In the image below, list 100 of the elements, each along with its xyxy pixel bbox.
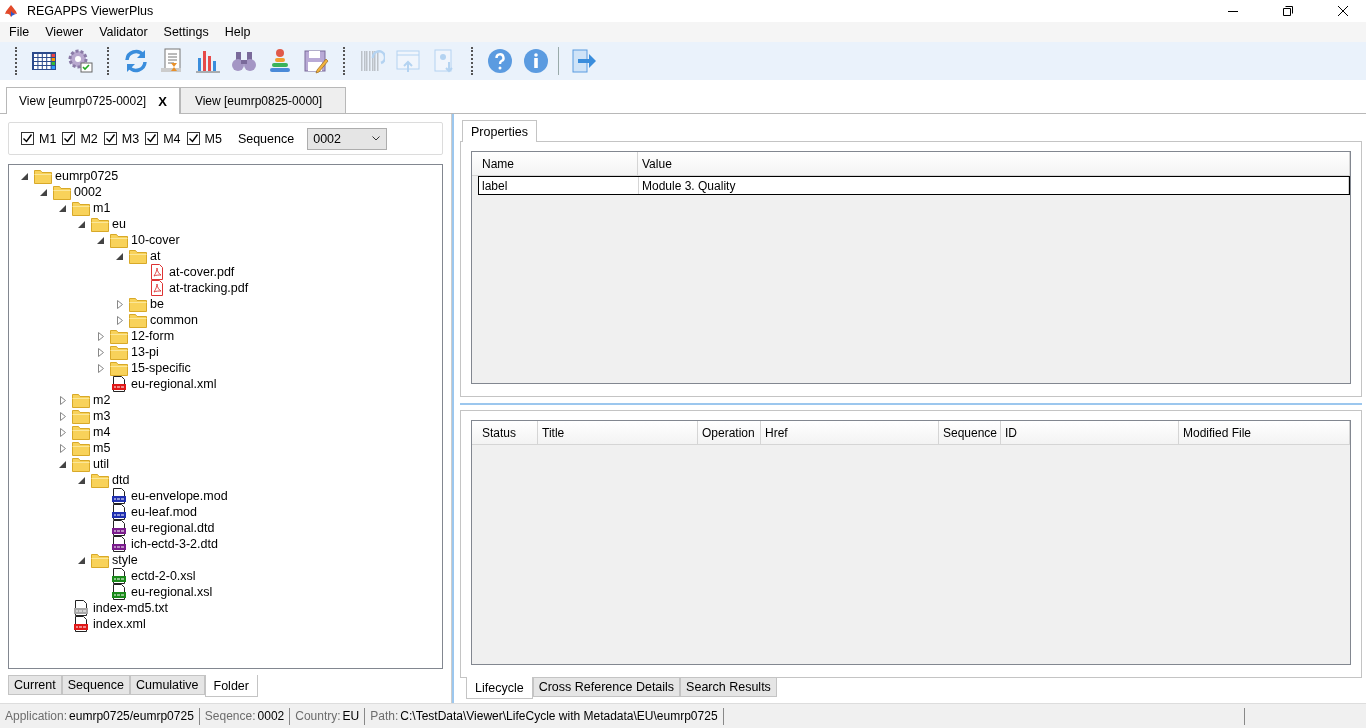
window-title: REGAPPS ViewerPlus	[27, 4, 155, 18]
collapsed-arrow-icon[interactable]	[59, 427, 66, 437]
tree-item[interactable]: eu-regional.dtd	[131, 521, 215, 535]
checkbox[interactable]	[103, 132, 117, 145]
properties-tab[interactable]: Properties	[462, 120, 537, 142]
tree-item[interactable]: eu-regional.xml	[131, 377, 217, 391]
menu-item[interactable]: Settings	[155, 25, 217, 39]
menu-item[interactable]: Help	[216, 25, 259, 39]
collapsed-arrow-icon[interactable]	[59, 411, 66, 421]
checkbox[interactable]	[21, 132, 34, 145]
tree-item[interactable]: eumrp0725	[55, 169, 119, 183]
column-header[interactable]: Title	[538, 421, 698, 444]
detail-tab[interactable]: Lifecycle	[466, 677, 533, 699]
tree-item[interactable]: eu	[112, 217, 126, 231]
detail-tab[interactable]: Search Results	[680, 677, 777, 697]
column-header[interactable]: Href	[761, 421, 939, 444]
tree-item[interactable]: m1	[93, 201, 111, 215]
document-tab[interactable]: View [eumrp0725-0002] X	[6, 87, 180, 114]
expanded-arrow-icon[interactable]	[78, 476, 85, 484]
tree-item[interactable]: eu-regional.xsl	[131, 585, 213, 599]
expanded-arrow-icon[interactable]	[59, 204, 66, 212]
tree-item[interactable]: index.xml	[93, 617, 146, 631]
table-cell: Module 3. Quality	[639, 177, 1349, 194]
expanded-arrow-icon[interactable]	[40, 188, 47, 196]
folder-icon	[129, 296, 147, 312]
xsl-file-icon	[110, 584, 128, 600]
expanded-arrow-icon[interactable]	[78, 556, 85, 564]
tree-item[interactable]: eu-leaf.mod	[131, 505, 197, 519]
tree-item[interactable]: style	[112, 553, 138, 567]
tree-item[interactable]: eu-envelope.mod	[131, 489, 228, 503]
checkmark-icon	[104, 133, 116, 144]
column-header[interactable]: Status	[478, 421, 538, 444]
collapsed-arrow-icon[interactable]	[97, 331, 104, 341]
status-label: Path:	[370, 709, 399, 723]
bar-chart-icon	[195, 48, 221, 74]
checkbox[interactable]	[186, 132, 200, 145]
view-tab[interactable]: Cumulative	[130, 675, 205, 695]
view-tab[interactable]: Current	[8, 675, 62, 695]
folder-icon	[72, 392, 90, 408]
column-header[interactable]: Operation	[698, 421, 761, 444]
pdf-file-icon	[148, 280, 166, 296]
collapsed-arrow-icon[interactable]	[59, 395, 66, 405]
column-header[interactable]: Value	[638, 152, 1350, 175]
expanded-arrow-icon[interactable]	[59, 460, 66, 468]
detail-tab[interactable]: Cross Reference Details	[532, 677, 681, 697]
view-tab[interactable]: Sequence	[61, 675, 130, 695]
tree-item[interactable]: m2	[93, 393, 111, 407]
tree-item[interactable]: 0002	[74, 185, 102, 199]
tree-item[interactable]: at-tracking.pdf	[169, 281, 249, 295]
expanded-arrow-icon[interactable]	[97, 236, 104, 244]
status-label: Application:	[5, 709, 68, 723]
tree-item[interactable]: 15-specific	[131, 361, 191, 375]
tree-item[interactable]: index-md5.txt	[93, 601, 169, 615]
collapsed-arrow-icon[interactable]	[116, 299, 123, 309]
checkbox-label: M5	[204, 131, 222, 146]
tree-item[interactable]: m4	[93, 425, 111, 439]
minimize-icon	[1228, 10, 1238, 12]
view-tab[interactable]: Folder	[204, 675, 258, 697]
tree-item[interactable]: ich-ectd-3-2.dtd	[131, 537, 218, 551]
expanded-arrow-icon[interactable]	[116, 252, 123, 260]
collapsed-arrow-icon[interactable]	[97, 363, 104, 373]
xml-file-icon	[110, 376, 128, 392]
tab-close-button[interactable]: X	[158, 93, 167, 109]
tree-item[interactable]: common	[150, 313, 198, 327]
tree-item[interactable]: m5	[93, 441, 111, 455]
text-file-icon	[72, 600, 90, 616]
tree-item[interactable]: 13-pi	[131, 345, 159, 359]
menu-item[interactable]: Validator	[91, 25, 156, 39]
collapsed-arrow-icon[interactable]	[97, 347, 104, 357]
column-header[interactable]: Name	[478, 152, 638, 175]
menu-item[interactable]: File	[1, 25, 38, 39]
tree-item[interactable]: at-cover.pdf	[169, 265, 235, 279]
app-logo-icon	[4, 4, 18, 18]
tree-item[interactable]: 10-cover	[131, 233, 180, 247]
tree-item[interactable]: ectd-2-0.xsl	[131, 569, 196, 583]
status-label: Country:	[295, 709, 341, 723]
menu-item[interactable]: Viewer	[37, 25, 92, 39]
folder-icon	[110, 360, 128, 376]
column-header[interactable]: Sequence	[939, 421, 1001, 444]
collapsed-arrow-icon[interactable]	[116, 315, 123, 325]
expanded-arrow-icon[interactable]	[21, 172, 28, 180]
column-header[interactable]: ID	[1001, 421, 1179, 444]
tree-item[interactable]: be	[150, 297, 164, 311]
property-row[interactable]: label Module 3. Quality	[478, 176, 1350, 195]
expanded-arrow-icon[interactable]	[78, 220, 85, 228]
tree-item[interactable]: dtd	[112, 473, 130, 487]
folder-icon	[72, 456, 90, 472]
close-icon	[1338, 6, 1348, 16]
column-header[interactable]: Modified File	[1179, 421, 1350, 444]
checkbox[interactable]	[62, 132, 76, 145]
sequence-dropdown[interactable]: 0002	[307, 127, 388, 150]
document-tab[interactable]: View [eumrp0825-0000]	[179, 87, 346, 113]
tree-item[interactable]: 12-form	[131, 329, 175, 343]
tree-item[interactable]: m3	[93, 409, 111, 423]
checkmark-icon	[22, 133, 33, 144]
tree-item[interactable]: util	[93, 457, 109, 471]
checkbox[interactable]	[145, 132, 159, 145]
collapsed-arrow-icon[interactable]	[59, 443, 66, 453]
table-cell: label	[479, 177, 639, 194]
tree-item[interactable]: at	[150, 249, 161, 263]
